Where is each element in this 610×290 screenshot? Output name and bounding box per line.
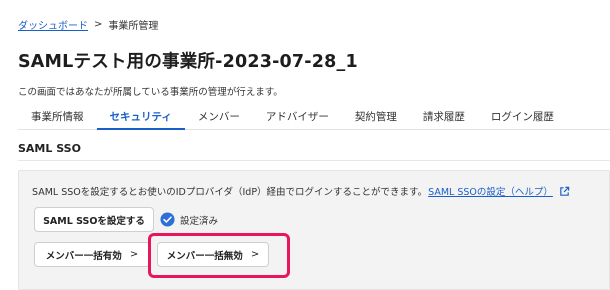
chevron-right-icon: > xyxy=(129,249,139,260)
tab-billing-history[interactable]: 請求履歴 xyxy=(410,104,478,130)
setup-saml-sso-label: SAML SSOを設定する xyxy=(43,215,145,227)
page-description: この画面ではあなたが所属している事業所の管理が行えます。 xyxy=(18,87,283,98)
saml-help-link[interactable]: SAML SSOの設定（ヘルプ） xyxy=(428,184,553,198)
breadcrumb-separator: > xyxy=(94,19,103,30)
breadcrumb: ダッシュボード > 事業所管理 xyxy=(18,17,158,32)
breadcrumb-current: 事業所管理 xyxy=(108,21,159,32)
tab-members[interactable]: メンバー xyxy=(185,104,253,130)
page-title: SAMLテスト用の事業所-2023-07-28_1 xyxy=(18,52,358,72)
bulk-enable-members-button[interactable]: メンバー一括有効 > xyxy=(34,242,150,267)
setup-saml-sso-button[interactable]: SAML SSOを設定する xyxy=(34,207,154,232)
external-link-icon[interactable] xyxy=(559,186,570,197)
bulk-disable-label: メンバー一括無効 xyxy=(166,250,243,262)
status-label: 設定済み xyxy=(180,215,219,227)
saml-sso-text: SAML SSOを設定するとお使いのIDプロバイダ（IdP）経由でログインするこ… xyxy=(32,187,428,198)
bulk-enable-label: メンバー一括有効 xyxy=(45,250,122,262)
tab-office-info[interactable]: 事業所情報 xyxy=(18,104,97,130)
status-badge: 設定済み xyxy=(160,212,218,227)
tab-login-history[interactable]: ログイン履歴 xyxy=(478,104,567,130)
tab-advisors[interactable]: アドバイザー xyxy=(253,104,342,130)
check-circle-icon xyxy=(160,212,175,227)
tab-contract[interactable]: 契約管理 xyxy=(342,104,410,130)
breadcrumb-dashboard-link[interactable]: ダッシュボード xyxy=(18,17,88,32)
section-divider xyxy=(18,160,610,161)
section-title: SAML SSO xyxy=(18,142,81,155)
bulk-disable-members-button[interactable]: メンバー一括無効 > xyxy=(157,242,269,267)
tab-bar: 事業所情報 セキュリティ メンバー アドバイザー 契約管理 請求履歴 ログイン履… xyxy=(18,104,610,130)
chevron-right-icon: > xyxy=(250,249,260,260)
saml-sso-description: SAML SSOを設定するとお使いのIDプロバイダ（IdP）経由でログインするこ… xyxy=(32,184,570,198)
tab-security[interactable]: セキュリティ xyxy=(96,104,185,130)
